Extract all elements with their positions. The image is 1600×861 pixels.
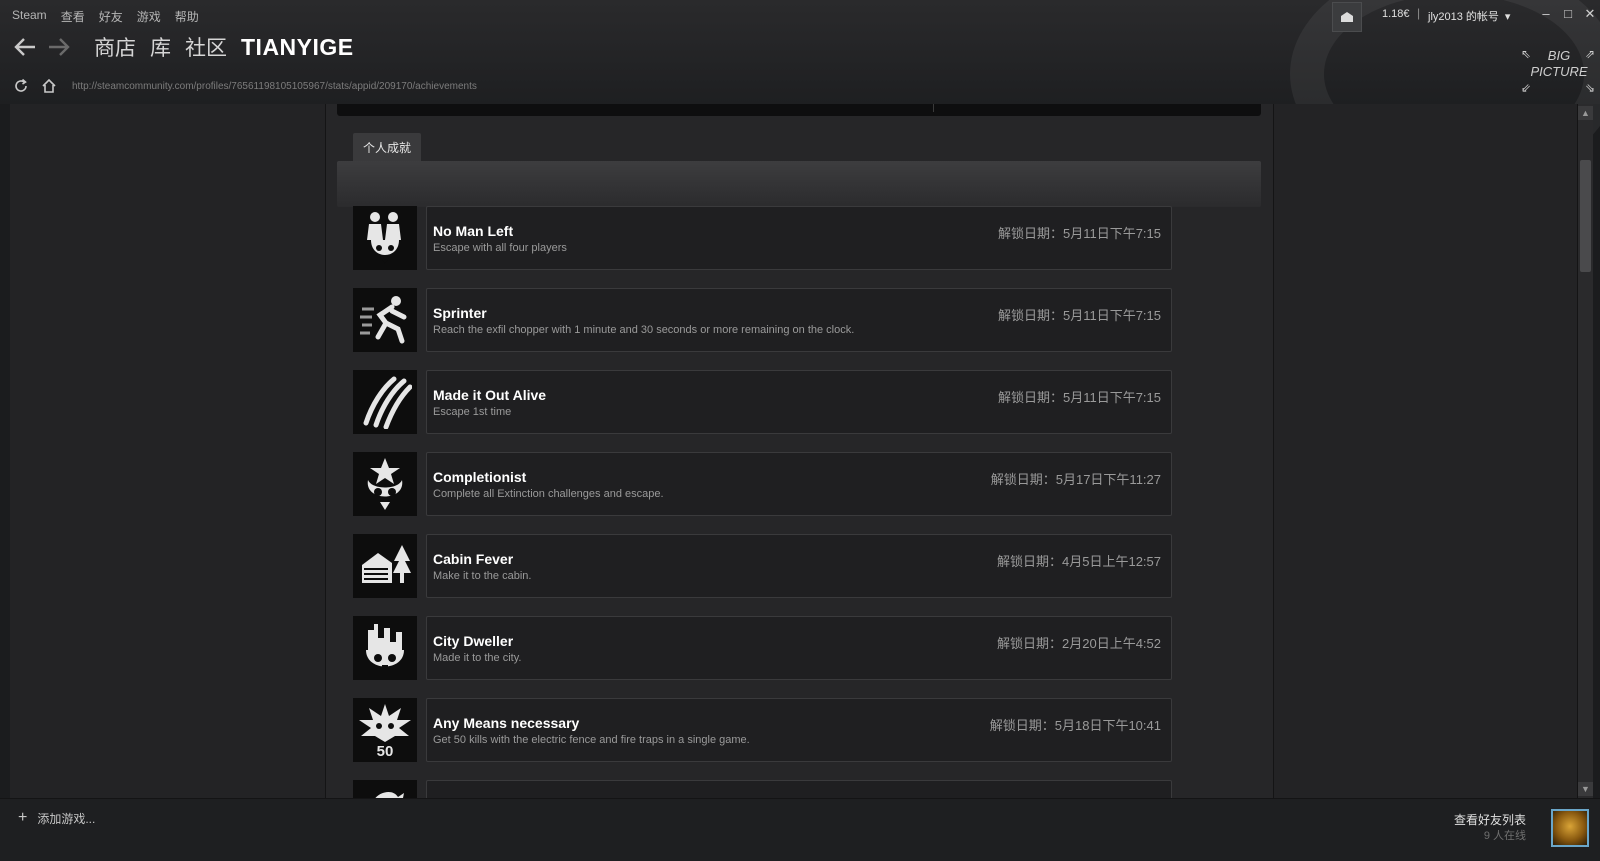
scroll-up-icon[interactable]: ▲	[1578, 106, 1593, 120]
account-name: jly2013 的帐号	[1428, 11, 1499, 23]
menu-help[interactable]: 帮助	[175, 8, 199, 25]
achievement-row: Completionist Complete all Extinction ch…	[353, 452, 1173, 517]
envelope-icon	[1341, 12, 1353, 22]
notifications-button[interactable]	[1332, 2, 1362, 32]
menu-steam[interactable]: Steam	[12, 8, 47, 25]
achievement-card: No Man Left Escape with all four players…	[426, 206, 1172, 270]
unlock-date: 解锁日期：5月18日下午10:41	[989, 718, 1161, 733]
friends-list-button[interactable]: 查看好友列表 9 人在线	[1454, 811, 1526, 843]
running-man-icon	[353, 288, 417, 352]
nav-row: 商店 库 社区 TIANYIGE	[12, 32, 354, 62]
tab-community[interactable]: 社区	[185, 32, 227, 62]
plus-icon: +	[18, 809, 28, 826]
reload-icon[interactable]	[12, 77, 30, 95]
achievement-title: Completionist	[433, 469, 527, 485]
forward-icon[interactable]	[46, 34, 72, 60]
add-game-button[interactable]: + 添加游戏...	[18, 809, 95, 827]
achievement-row: Cabin Fever Make it to the cabin. 解锁日期：4…	[353, 534, 1173, 599]
section-header-bar	[337, 161, 1261, 207]
tab-personal-achievements[interactable]: 个人成就	[353, 133, 422, 161]
account-separator: |	[1417, 6, 1421, 20]
achievement-icon-partial	[353, 780, 417, 798]
unlock-date: 解锁日期：5月11日下午7:15	[997, 390, 1161, 405]
achievement-description: Escape with all four players	[433, 242, 567, 254]
achievement-row: Sprinter Reach the exfil chopper with 1 …	[353, 288, 1173, 353]
unlock-date: 解锁日期：5月17日下午11:27	[990, 472, 1161, 487]
friends-list-label: 查看好友列表	[1453, 813, 1526, 827]
achievement-title: Made it Out Alive	[433, 387, 547, 403]
url-text[interactable]: http://steamcommunity.com/profiles/76561…	[72, 81, 477, 92]
header-strip	[337, 104, 1261, 116]
achievement-card	[426, 780, 1172, 798]
spiky-skull-50-icon: 50	[353, 698, 417, 762]
page-scrollbar[interactable]: ▲ ▼	[1577, 104, 1593, 798]
achievement-title: City Dweller	[433, 633, 514, 649]
tab-library[interactable]: 库	[150, 32, 171, 62]
achievement-card: City Dweller Made it to the city. 解锁日期：2…	[426, 616, 1172, 680]
achievement-row: No Man Left Escape with all four players…	[353, 206, 1173, 271]
svg-text:50: 50	[377, 743, 394, 758]
friends-online-count: 9 人在线	[1483, 830, 1526, 842]
avatar[interactable]	[1551, 809, 1589, 847]
achievement-title: Any Means necessary	[433, 715, 580, 731]
big-picture-button[interactable]: ⇖ ⇗ BIG PICTURE ⇙ ⇘	[1521, 48, 1595, 96]
achievement-title: No Man Left	[433, 223, 514, 239]
account-menu[interactable]: jly2013 的帐号 ▾	[1428, 8, 1510, 24]
skull-star-icon	[353, 452, 417, 516]
maximize-icon[interactable]: □	[1562, 6, 1574, 22]
achievement-description: Complete all Extinction challenges and e…	[433, 488, 664, 500]
achievement-description: Make it to the cabin.	[433, 570, 532, 582]
minimize-icon[interactable]: –	[1540, 6, 1552, 22]
achievement-card: Cabin Fever Make it to the cabin. 解锁日期：4…	[426, 534, 1172, 598]
tab-store[interactable]: 商店	[94, 32, 136, 62]
menu-view[interactable]: 查看	[61, 8, 85, 25]
achievement-description: Made it to the city.	[433, 652, 522, 664]
bottom-bar: + 添加游戏... 查看好友列表 9 人在线	[0, 798, 1600, 861]
two-soldiers-skull-icon	[353, 206, 417, 270]
tab-profile[interactable]: TIANYIGE	[241, 34, 354, 61]
achievement-row-partial	[353, 780, 1173, 798]
menu-games[interactable]: 游戏	[137, 8, 161, 25]
achievement-row: 50 Any Means necessary Get 50 kills with…	[353, 698, 1173, 763]
unlock-date: 解锁日期：5月11日下午7:15	[997, 226, 1161, 241]
expand-arrow-icon: ⇘	[1584, 81, 1595, 95]
scroll-down-icon[interactable]: ▼	[1578, 782, 1593, 796]
achievement-title: Cabin Fever	[433, 551, 514, 567]
achievements-page: 个人成就 No Man Left Escape with all four pl…	[326, 104, 1273, 798]
unlock-date: 解锁日期：5月11日下午7:15	[997, 308, 1161, 323]
close-icon[interactable]: ✕	[1584, 6, 1596, 22]
home-icon[interactable]	[40, 77, 58, 95]
window-controls: – □ ✕	[1540, 6, 1596, 22]
achievement-title: Sprinter	[433, 305, 487, 321]
cabin-tree-icon	[353, 534, 417, 598]
claw-marks-icon	[353, 370, 417, 434]
url-row: http://steamcommunity.com/profiles/76561…	[12, 77, 477, 95]
right-panel	[1273, 104, 1578, 798]
scrollbar-thumb[interactable]	[1580, 160, 1591, 272]
achievement-card: Sprinter Reach the exfil chopper with 1 …	[426, 288, 1172, 352]
expand-arrow-icon: ⇙	[1521, 81, 1532, 95]
chevron-down-icon: ▾	[1504, 10, 1511, 23]
unlock-date: 解锁日期：2月20日上午4:52	[997, 636, 1161, 651]
add-game-label: 添加游戏...	[37, 811, 96, 826]
top-menu: Steam 查看 好友 游戏 帮助	[12, 8, 199, 25]
back-icon[interactable]	[12, 34, 38, 60]
achievement-description: Reach the exfil chopper with 1 minute an…	[433, 324, 855, 336]
achievement-row: Made it Out Alive Escape 1st time 解锁日期：5…	[353, 370, 1173, 435]
title-bar: Steam 查看 好友 游戏 帮助 商店 库 社区 TIANYIGE http:…	[0, 0, 1600, 188]
wallet-balance: 1.18€	[1382, 8, 1410, 20]
achievement-list: No Man Left Escape with all four players…	[353, 206, 1173, 798]
achievement-card: Completionist Complete all Extinction ch…	[426, 452, 1172, 516]
achievement-card: Made it Out Alive Escape 1st time 解锁日期：5…	[426, 370, 1172, 434]
menu-friends[interactable]: 好友	[99, 8, 123, 25]
achievement-description: Get 50 kills with the electric fence and…	[433, 734, 750, 746]
city-skull-icon	[353, 616, 417, 680]
achievement-description: Escape 1st time	[433, 406, 512, 418]
left-panel	[10, 104, 326, 798]
unlock-date: 解锁日期：4月5日上午12:57	[997, 554, 1161, 569]
big-picture-label: BIG PICTURE	[1530, 48, 1588, 79]
achievement-row: City Dweller Made it to the city. 解锁日期：2…	[353, 616, 1173, 681]
achievement-card: Any Means necessary Get 50 kills with th…	[426, 698, 1172, 762]
